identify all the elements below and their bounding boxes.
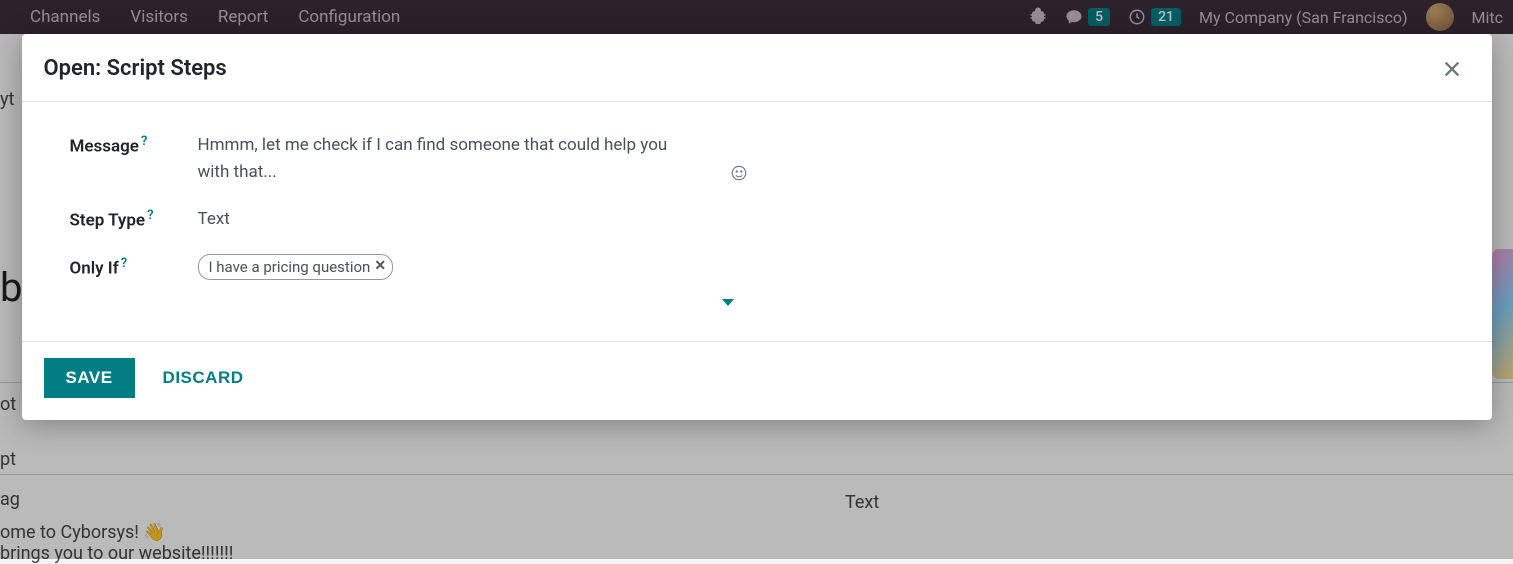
help-icon[interactable]: ? [147, 208, 153, 223]
field-only-if: Only If? I have a pricing question ✕ [70, 254, 1468, 281]
modal-body: Message? Hmmm, let me check if I can fin… [22, 102, 1492, 341]
label-message: Message? [70, 132, 198, 157]
modal-dialog: Open: Script Steps Message? Hmmm, let me… [22, 34, 1492, 420]
save-button[interactable]: SAVE [44, 358, 135, 398]
help-icon[interactable]: ? [121, 256, 127, 271]
tag-only-if[interactable]: I have a pricing question ✕ [198, 254, 394, 280]
field-message: Message? Hmmm, let me check if I can fin… [70, 132, 1468, 186]
modal-overlay: Open: Script Steps Message? Hmmm, let me… [0, 0, 1513, 559]
value-only-if[interactable]: I have a pricing question ✕ [198, 254, 738, 281]
tag-remove-icon[interactable]: ✕ [374, 255, 386, 277]
field-step-type: Step Type? Text [70, 206, 1468, 233]
tag-label: I have a pricing question [209, 255, 371, 279]
label-step-type: Step Type? [70, 206, 198, 231]
discard-button[interactable]: DISCARD [155, 358, 252, 398]
close-icon [1441, 58, 1463, 80]
label-only-if: Only If? [70, 254, 198, 279]
modal-title: Open: Script Steps [44, 56, 227, 81]
close-button[interactable] [1440, 57, 1464, 81]
dropdown-caret-icon[interactable] [722, 289, 734, 316]
modal-header: Open: Script Steps [22, 34, 1492, 102]
emoji-picker-icon[interactable] [730, 163, 748, 192]
help-icon[interactable]: ? [141, 134, 147, 149]
value-step-type[interactable]: Text [198, 206, 738, 233]
value-message[interactable]: Hmmm, let me check if I can find someone… [198, 132, 738, 186]
modal-footer: SAVE DISCARD [22, 341, 1492, 420]
